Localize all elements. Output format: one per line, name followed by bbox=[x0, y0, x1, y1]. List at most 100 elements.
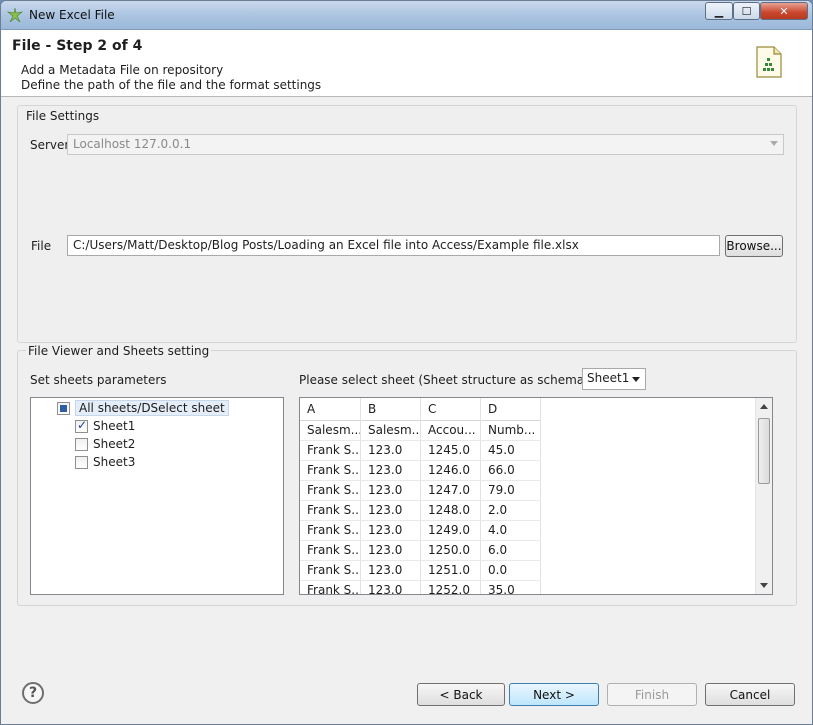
tree-item-sheet1[interactable]: Sheet1 bbox=[75, 418, 135, 434]
description-line-2: Define the path of the file and the form… bbox=[21, 78, 322, 92]
chevron-down-icon bbox=[770, 141, 778, 146]
table-cell: Frank S... bbox=[300, 561, 361, 580]
table-cell: Frank S... bbox=[300, 481, 361, 500]
page-title: File - Step 2 of 4 bbox=[12, 38, 143, 54]
sheet-select[interactable]: Sheet1 bbox=[582, 368, 646, 390]
table-cell: 123.0 bbox=[361, 501, 421, 520]
table-cell: Salesm... bbox=[361, 421, 421, 440]
maximize-button[interactable]: ☐ bbox=[733, 2, 760, 20]
table-cell: 123.0 bbox=[361, 461, 421, 480]
table-row[interactable]: Frank S... 123.0 1249.0 4.0 bbox=[300, 521, 541, 541]
sheet-tree: All sheets/DSelect sheet Sheet1 Sheet2 S… bbox=[30, 397, 284, 595]
set-sheets-parameters-label: Set sheets parameters bbox=[30, 373, 167, 387]
tree-root-label: All sheets/DSelect sheet bbox=[75, 400, 229, 416]
table-cell: 123.0 bbox=[361, 561, 421, 580]
cancel-button[interactable]: Cancel bbox=[705, 683, 795, 706]
table-cell: 1250.0 bbox=[421, 541, 481, 560]
help-icon[interactable]: ? bbox=[22, 682, 44, 704]
column-header[interactable]: A bbox=[300, 398, 361, 421]
scroll-down-icon[interactable] bbox=[760, 583, 768, 588]
window-title: New Excel File bbox=[29, 8, 115, 22]
table-row[interactable]: Salesm... Salesm... Accou... Numb... bbox=[300, 421, 541, 441]
table-cell: 1251.0 bbox=[421, 561, 481, 580]
table-row[interactable]: Frank S... 123.0 1250.0 6.0 bbox=[300, 541, 541, 561]
sheet-select-value: Sheet1 bbox=[587, 371, 630, 385]
server-value: Localhost 127.0.0.1 bbox=[73, 137, 192, 151]
maximize-icon: ☐ bbox=[741, 4, 752, 18]
table-cell: 1247.0 bbox=[421, 481, 481, 500]
title-bar: New Excel File ▁ ☐ ✕ bbox=[1, 1, 812, 30]
table-cell: 0.0 bbox=[481, 561, 541, 580]
sheet1-checkbox[interactable] bbox=[75, 418, 88, 433]
table-cell: 1249.0 bbox=[421, 521, 481, 540]
column-header[interactable]: D bbox=[481, 398, 541, 421]
table-cell: Frank S... bbox=[300, 441, 361, 460]
file-viewer-label: File Viewer and Sheets setting bbox=[26, 344, 212, 358]
table-row[interactable]: Frank S... 123.0 1247.0 79.0 bbox=[300, 481, 541, 501]
table-cell: 4.0 bbox=[481, 521, 541, 540]
file-path-input[interactable]: C:/Users/Matt/Desktop/Blog Posts/Loading… bbox=[67, 235, 720, 256]
table-cell: 123.0 bbox=[361, 541, 421, 560]
table-cell: Frank S... bbox=[300, 581, 361, 594]
table-row[interactable]: Frank S... 123.0 1251.0 0.0 bbox=[300, 561, 541, 581]
table-row[interactable]: Frank S... 123.0 1252.0 35.0 bbox=[300, 581, 541, 594]
minimize-button[interactable]: ▁ bbox=[705, 2, 733, 20]
new-excel-file-dialog: New Excel File ▁ ☐ ✕ File - Step 2 of 4 … bbox=[0, 0, 813, 725]
table-cell: 123.0 bbox=[361, 441, 421, 460]
select-sheet-label: Please select sheet (Sheet structure as … bbox=[299, 373, 627, 387]
table-row[interactable]: Frank S... 123.0 1245.0 45.0 bbox=[300, 441, 541, 461]
table-header: A B C D bbox=[300, 398, 541, 421]
sheet-preview-table[interactable]: A B C D Salesm... Salesm... Accou... Numb..… bbox=[299, 397, 773, 595]
next-button[interactable]: Next > bbox=[509, 683, 599, 706]
table-row[interactable]: Frank S... 123.0 1248.0 2.0 bbox=[300, 501, 541, 521]
tree-item-label: Sheet2 bbox=[93, 437, 136, 451]
description-line-1: Add a Metadata File on repository bbox=[21, 63, 224, 77]
file-settings-label: File Settings bbox=[26, 109, 100, 123]
table-cell: 1248.0 bbox=[421, 501, 481, 520]
column-header[interactable]: C bbox=[421, 398, 481, 421]
table-cell: Frank S... bbox=[300, 541, 361, 560]
close-icon: ✕ bbox=[779, 4, 789, 18]
table-cell: Frank S... bbox=[300, 501, 361, 520]
excel-file-icon bbox=[756, 46, 782, 78]
column-header[interactable]: B bbox=[361, 398, 421, 421]
finish-button[interactable]: Finish bbox=[607, 683, 697, 706]
table-cell: 45.0 bbox=[481, 441, 541, 460]
table-cell: Frank S... bbox=[300, 521, 361, 540]
table-cell: 1245.0 bbox=[421, 441, 481, 460]
sheet2-checkbox[interactable] bbox=[75, 437, 88, 451]
table-cell: 79.0 bbox=[481, 481, 541, 500]
table-cell: 123.0 bbox=[361, 581, 421, 594]
table-row[interactable]: Frank S... 123.0 1246.0 66.0 bbox=[300, 461, 541, 481]
tree-item-label: Sheet3 bbox=[93, 455, 136, 469]
wizard-header: File - Step 2 of 4 Add a Metadata File o… bbox=[1, 30, 812, 97]
sheet3-checkbox[interactable] bbox=[75, 455, 88, 469]
table-cell: 66.0 bbox=[481, 461, 541, 480]
table-cell: Frank S... bbox=[300, 461, 361, 480]
tree-item-label: Sheet1 bbox=[93, 419, 136, 433]
table-cell: 2.0 bbox=[481, 501, 541, 520]
table-body: Salesm... Salesm... Accou... Numb... Frank S… bbox=[300, 421, 541, 594]
file-label: File bbox=[31, 239, 52, 253]
table-cell: Accou... bbox=[421, 421, 481, 440]
all-sheets-checkbox[interactable] bbox=[57, 401, 70, 415]
chevron-down-icon bbox=[632, 377, 640, 382]
table-cell: 123.0 bbox=[361, 481, 421, 500]
table-vertical-scrollbar[interactable] bbox=[755, 398, 772, 594]
server-label: Server bbox=[30, 138, 70, 152]
table-cell: 123.0 bbox=[361, 521, 421, 540]
tree-item-sheet2[interactable]: Sheet2 bbox=[75, 436, 135, 452]
tree-item-sheet3[interactable]: Sheet3 bbox=[75, 454, 135, 470]
server-select[interactable]: Localhost 127.0.0.1 bbox=[67, 134, 784, 155]
scroll-thumb[interactable] bbox=[758, 418, 770, 484]
tree-root-all-sheets[interactable]: All sheets/DSelect sheet bbox=[57, 400, 229, 416]
table-cell: 6.0 bbox=[481, 541, 541, 560]
back-button[interactable]: < Back bbox=[417, 683, 505, 706]
talend-app-icon bbox=[7, 7, 23, 23]
close-button[interactable]: ✕ bbox=[760, 2, 808, 20]
scroll-up-icon[interactable] bbox=[760, 404, 768, 409]
table-cell: Numb... bbox=[481, 421, 541, 440]
table-cell: 35.0 bbox=[481, 581, 541, 594]
browse-button[interactable]: Browse... bbox=[725, 235, 783, 257]
table-cell: 1246.0 bbox=[421, 461, 481, 480]
